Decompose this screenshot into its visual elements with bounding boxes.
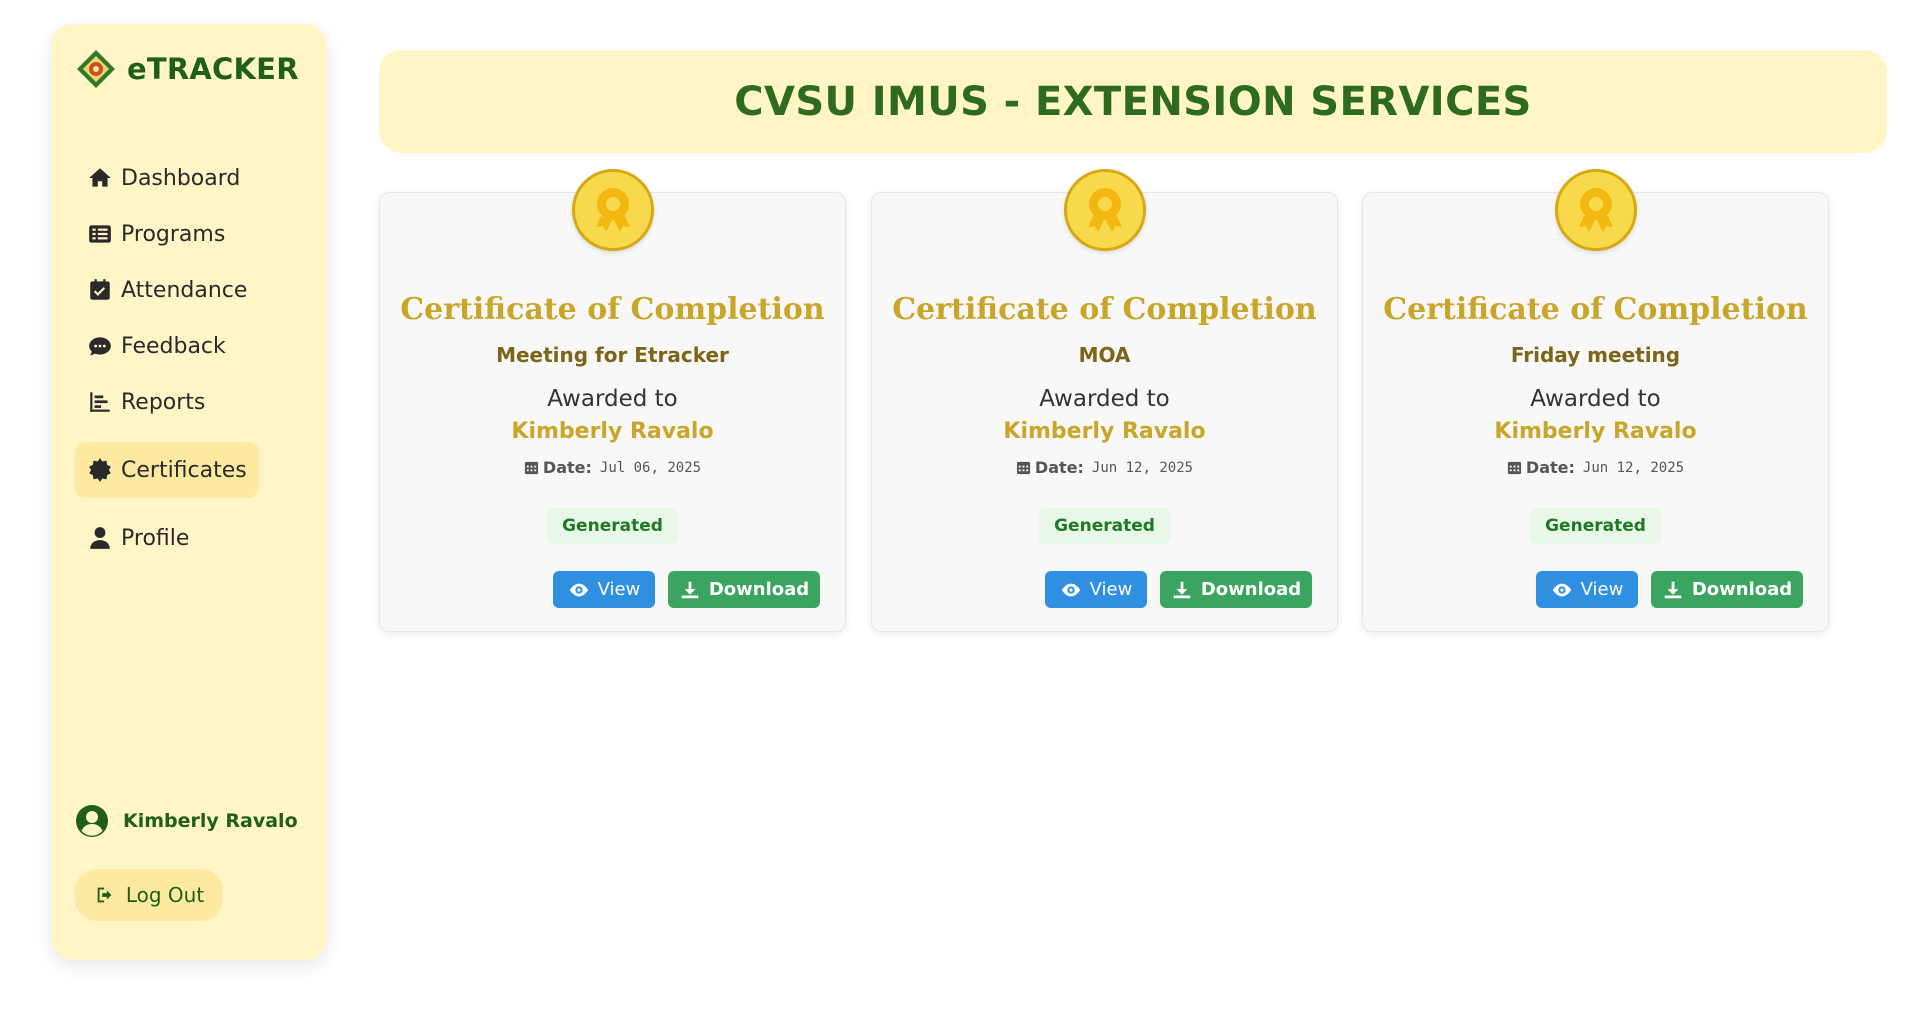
recipient-name: Kimberly Ravalo bbox=[1003, 419, 1206, 444]
user-info: Kimberly Ravalo bbox=[75, 804, 298, 838]
download-icon bbox=[1664, 581, 1682, 598]
view-label: View bbox=[1580, 579, 1624, 600]
list-icon bbox=[89, 225, 111, 243]
logo-icon bbox=[77, 50, 115, 88]
download-icon bbox=[1173, 581, 1191, 598]
status-badge: Generated bbox=[1038, 508, 1171, 544]
page-title: CVSU IMUS - EXTENSION SERVICES bbox=[734, 78, 1532, 125]
awarded-text: Awarded to bbox=[1530, 386, 1661, 412]
sidebar-item-dashboard[interactable]: Dashboard bbox=[75, 150, 252, 206]
sidebar-item-label: Feedback bbox=[121, 333, 226, 359]
eye-icon bbox=[1552, 583, 1571, 596]
certificate-title: Certificate of Completion bbox=[892, 292, 1317, 327]
sidebar-item-label: Reports bbox=[121, 389, 206, 415]
sidebar-item-attendance[interactable]: Attendance bbox=[75, 262, 259, 318]
sign-out-icon bbox=[97, 887, 112, 903]
download-label: Download bbox=[1200, 579, 1302, 600]
certificate-title: Certificate of Completion bbox=[400, 292, 825, 327]
eye-icon bbox=[569, 583, 588, 596]
program-name: MOA bbox=[1078, 343, 1131, 367]
award-icon bbox=[595, 188, 630, 232]
sidebar-item-label: Programs bbox=[121, 221, 226, 247]
date-label: Date: bbox=[542, 458, 592, 477]
recipient-name: Kimberly Ravalo bbox=[511, 419, 714, 444]
sidebar-item-label: Dashboard bbox=[121, 165, 241, 191]
certificate-card: Certificate of Completion Meeting for Et… bbox=[379, 169, 846, 632]
logout-label: Log Out bbox=[125, 883, 205, 907]
page-header: CVSU IMUS - EXTENSION SERVICES bbox=[379, 50, 1887, 153]
badge-icon bbox=[89, 458, 111, 482]
sidebar-item-label: Profile bbox=[121, 525, 190, 551]
view-button[interactable]: View bbox=[1045, 571, 1147, 608]
awarded-text: Awarded to bbox=[547, 386, 678, 412]
eye-icon bbox=[1061, 583, 1080, 596]
comment-icon bbox=[89, 337, 111, 356]
sidebar-item-label: Attendance bbox=[121, 277, 248, 303]
award-icon bbox=[1578, 188, 1613, 232]
download-icon bbox=[681, 581, 699, 598]
date-value: Jun 12, 2025 bbox=[1091, 459, 1194, 476]
brand[interactable]: eTRACKER bbox=[75, 48, 299, 90]
logout-button[interactable]: Log Out bbox=[75, 869, 223, 921]
home-icon bbox=[89, 168, 111, 187]
certificate-card: Certificate of Completion MOA Awarded to… bbox=[871, 169, 1338, 632]
date-value: Jul 06, 2025 bbox=[599, 459, 702, 476]
certificate-date: Date: Jun 12, 2025 bbox=[1363, 458, 1828, 477]
sidebar-item-certificates[interactable]: Certificates bbox=[75, 442, 259, 498]
chart-bar-icon bbox=[90, 392, 110, 412]
user-name: Kimberly Ravalo bbox=[123, 810, 298, 832]
program-name: Meeting for Etracker bbox=[496, 343, 729, 367]
medal-icon bbox=[1554, 169, 1637, 251]
status-badge: Generated bbox=[1529, 508, 1662, 544]
calendar-check-icon bbox=[90, 279, 110, 300]
certificate-title: Certificate of Completion bbox=[1383, 292, 1808, 327]
certificate-date: Date: Jun 12, 2025 bbox=[872, 458, 1337, 477]
date-label: Date: bbox=[1525, 458, 1575, 477]
sidebar-item-profile[interactable]: Profile bbox=[75, 510, 201, 566]
view-label: View bbox=[1089, 579, 1133, 600]
medal-icon bbox=[571, 169, 654, 251]
sidebar-item-reports[interactable]: Reports bbox=[75, 374, 217, 430]
certificate-card: Certificate of Completion Friday meeting… bbox=[1362, 169, 1829, 632]
medal-icon bbox=[1063, 169, 1146, 251]
sidebar: eTRACKER Dashboard Programs Attendance F… bbox=[51, 24, 327, 960]
download-button[interactable]: Download bbox=[1160, 571, 1312, 608]
calendar-icon bbox=[1016, 461, 1030, 475]
download-button[interactable]: Download bbox=[1651, 571, 1803, 608]
sidebar-item-feedback[interactable]: Feedback bbox=[75, 318, 238, 374]
awarded-text: Awarded to bbox=[1039, 386, 1170, 412]
download-button[interactable]: Download bbox=[668, 571, 820, 608]
sidebar-item-label: Certificates bbox=[121, 457, 247, 483]
status-badge: Generated bbox=[546, 508, 679, 544]
calendar-icon bbox=[1507, 461, 1521, 475]
recipient-name: Kimberly Ravalo bbox=[1494, 419, 1697, 444]
user-circle-icon bbox=[76, 805, 108, 837]
date-label: Date: bbox=[1034, 458, 1084, 477]
date-value: Jun 12, 2025 bbox=[1582, 459, 1685, 476]
program-name: Friday meeting bbox=[1510, 343, 1681, 367]
view-label: View bbox=[597, 579, 641, 600]
download-label: Download bbox=[1691, 579, 1793, 600]
user-icon bbox=[90, 527, 110, 549]
certificate-date: Date: Jul 06, 2025 bbox=[380, 458, 845, 477]
view-button[interactable]: View bbox=[1536, 571, 1638, 608]
download-label: Download bbox=[708, 579, 810, 600]
sidebar-item-programs[interactable]: Programs bbox=[75, 206, 237, 262]
award-icon bbox=[1087, 188, 1122, 232]
app-title: eTRACKER bbox=[127, 52, 299, 86]
view-button[interactable]: View bbox=[553, 571, 655, 608]
calendar-icon bbox=[524, 461, 538, 475]
